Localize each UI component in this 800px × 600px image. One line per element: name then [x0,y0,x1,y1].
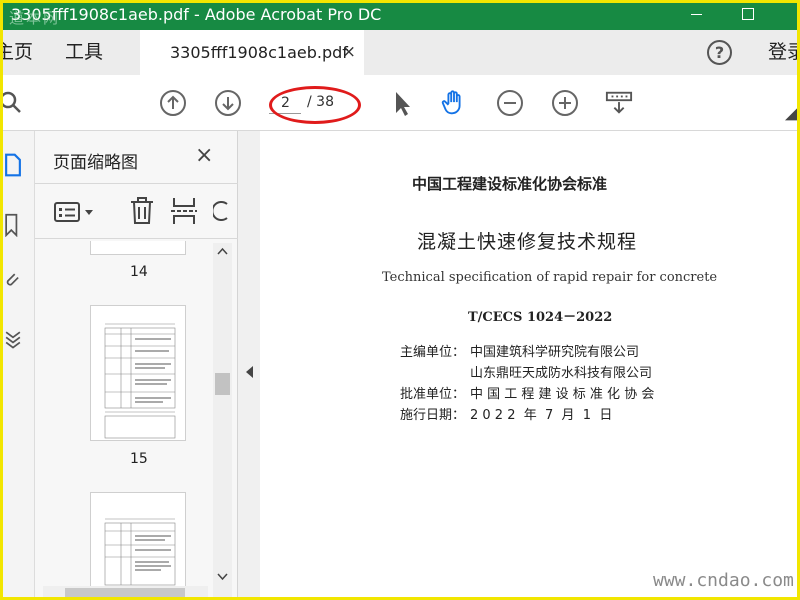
delete-icon[interactable] [129,196,155,226]
document-main-title: 混凝土快速修复技术规程 [417,231,638,253]
panel-splitter[interactable] [238,131,260,597]
thumbnail-page-15[interactable] [90,305,186,441]
window-title: 3305fff1908c1aeb.pdf - Adobe Acrobat Pro… [11,5,382,24]
thumbnails-panel: 页面缩略图 × 14 15 [35,131,238,597]
search-icon[interactable] [3,89,25,117]
title-bar: 3305fff1908c1aeb.pdf - Adobe Acrobat Pro… [3,3,797,30]
thumbnail-page-16-preview [104,518,176,586]
toolbar: / 38 [3,75,797,131]
editor-label: 主编单位： [400,345,466,360]
bookmarks-icon[interactable] [3,213,23,237]
editor-1: 中国建筑科学研究院有限公司 [470,345,640,360]
tab-document-label: 3305fff1908c1aeb.pdf [170,43,348,62]
scroll-up-icon[interactable] [217,247,228,255]
select-cursor-icon[interactable] [388,89,416,117]
horizontal-scrollbar-thumb[interactable] [65,588,185,597]
navigation-rail [3,131,35,597]
tab-document[interactable]: 3305fff1908c1aeb.pdf × [140,30,364,75]
rotate-icon[interactable] [213,198,231,224]
prev-page-icon[interactable] [159,89,187,117]
tab-bar: 主页 工具 3305fff1908c1aeb.pdf × ? 登录 [3,30,797,75]
scrollbar-thumb[interactable] [215,373,230,395]
editor-2: 山东鼎旺天成防水科技有限公司 [470,366,653,381]
close-panel-icon[interactable]: × [195,143,213,168]
login-button[interactable]: 登录 [768,30,797,75]
help-icon[interactable]: ? [707,40,732,65]
options-icon[interactable] [53,200,97,224]
hand-tool-icon[interactable] [440,89,468,117]
thumbnails-scrollbar[interactable] [213,243,232,597]
layers-icon[interactable] [3,327,23,351]
approver-label: 批准单位： [400,387,466,402]
approver: 中 国 工 程 建 设 标 准 化 协 会 [470,387,655,402]
standard-org-title: 中国工程建设标准化协会标准 [412,175,608,193]
thumbnail-page-15-preview [104,323,176,439]
tab-tools[interactable]: 工具 [65,30,125,75]
maximize-button[interactable] [721,3,771,30]
annotation-ellipse [269,86,361,124]
document-english-title: Technical specification of rapid repair … [382,270,718,285]
thumbnails-toolbar [35,183,238,239]
zoom-out-icon[interactable] [496,89,524,117]
thumbnail-page-14[interactable] [90,241,186,255]
page-display-icon[interactable] [605,89,633,117]
effective-date: 2 0 2 2 年 7 月 1 日 [470,408,613,423]
collapse-panel-icon[interactable] [246,366,253,378]
watermark-logo: 道本网 [9,9,61,27]
more-tools-icon[interactable] [785,97,797,125]
thumbnail-page-16[interactable] [90,492,186,587]
minimize-button[interactable] [671,3,721,30]
zoom-in-icon[interactable] [551,89,579,117]
tab-home[interactable]: 主页 [3,30,58,75]
thumbnails-panel-title: 页面缩略图 [53,153,138,173]
attachments-icon[interactable] [3,269,23,293]
acrobat-window: 3305fff1908c1aeb.pdf - Adobe Acrobat Pro… [3,3,797,597]
page-thumbnails-icon[interactable] [3,153,23,177]
scroll-down-icon[interactable] [217,573,228,581]
standard-code: T/CECS 1024－2022 [468,310,613,325]
next-page-icon[interactable] [214,89,242,117]
site-watermark: www.cndao.com [653,570,794,591]
close-tab-icon[interactable]: × [342,30,356,75]
thumbnail-label-14: 14 [130,264,148,280]
thumbnails-horizontal-scrollbar[interactable] [43,586,208,597]
thumbnail-label-15: 15 [130,451,148,467]
extract-pages-icon[interactable] [171,196,197,226]
effective-date-label: 施行日期： [400,408,466,423]
document-view[interactable]: 中国工程建设标准化协会标准 混凝土快速修复技术规程 Technical spec… [260,131,797,597]
